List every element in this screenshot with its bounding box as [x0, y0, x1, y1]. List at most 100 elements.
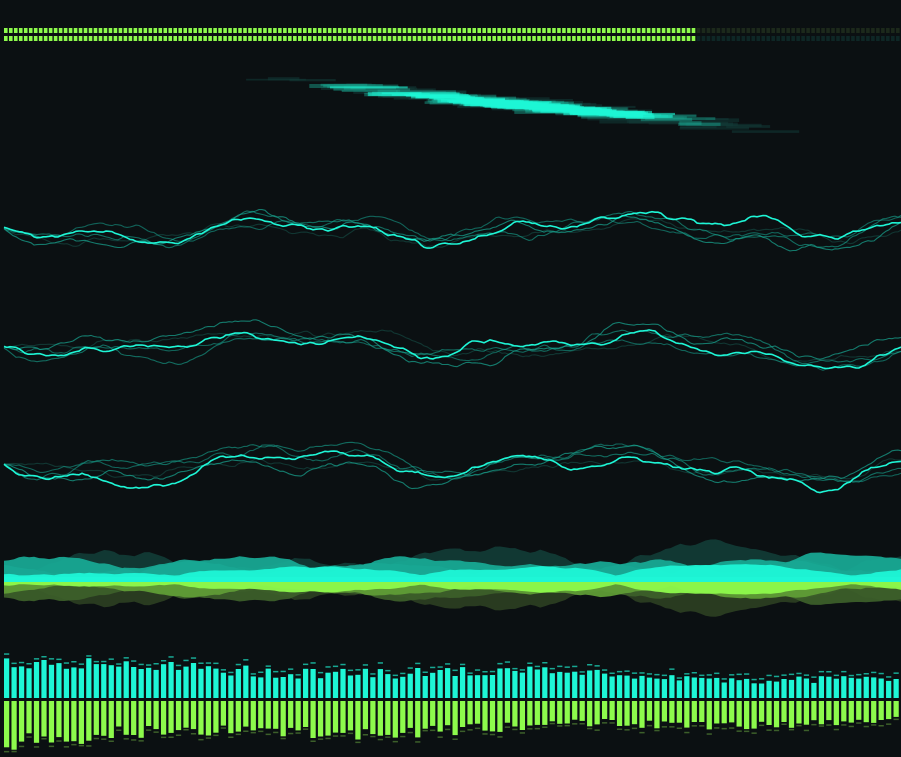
progress-segment-top [616, 28, 621, 33]
progress-segment-top [8, 28, 13, 33]
bar-peak-up [833, 674, 839, 677]
bar-up [781, 679, 787, 698]
progress-segment-top [721, 28, 726, 33]
progress-segment-bottom [317, 36, 322, 41]
progress-segment-top [332, 28, 337, 33]
progress-segment-bottom [696, 36, 701, 41]
progress-segment-top [497, 28, 501, 33]
bar-up [332, 671, 339, 698]
progress-segment-bottom [467, 36, 472, 41]
bar-up [26, 668, 32, 698]
bar-peak-up [489, 670, 496, 673]
progress-segment-top [133, 28, 138, 33]
bar-peak-down [676, 727, 682, 729]
progress-segment-top [462, 28, 467, 33]
bar-peak-down [841, 724, 847, 726]
bar-down [56, 701, 62, 738]
progress-segment-bottom [756, 36, 761, 41]
progress-segment-top [303, 28, 307, 33]
progress-segment-top [886, 28, 890, 33]
progress-segment-top [63, 28, 68, 33]
bar-peak-down [886, 723, 892, 725]
progress-segment-top [661, 28, 666, 33]
bar-up [86, 658, 92, 698]
progress-segment-top [771, 28, 776, 33]
progress-segment-top [337, 28, 342, 33]
progress-segment-top [278, 28, 282, 33]
bar-peak-down [781, 723, 787, 725]
bar-peak-down [826, 724, 832, 726]
progress-segment-bottom [83, 36, 88, 41]
progress-segment-top [741, 28, 746, 33]
bar-peak-down [654, 729, 660, 732]
bar-peak-up [811, 676, 817, 678]
bar-down [138, 701, 144, 738]
bar-peak-up [430, 666, 436, 669]
bar-peak-up [699, 674, 705, 677]
bar-peak-down [116, 729, 122, 731]
progress-segment-top [208, 28, 212, 33]
bar-down [11, 701, 17, 750]
progress-segment-top [691, 28, 696, 33]
bar-up [310, 669, 316, 698]
progress-segment-bottom [63, 36, 68, 41]
bar-up [699, 677, 705, 698]
bar-peak-up [871, 671, 877, 674]
bar-peak-down [56, 740, 62, 742]
bar-peak-down [497, 736, 503, 738]
progress-segment-top [178, 28, 183, 33]
progress-segment-bottom [228, 36, 232, 41]
bar-down [86, 701, 92, 741]
progress-segment-bottom [602, 36, 606, 41]
bar-peak-down [63, 746, 70, 748]
bar-peak-down [452, 738, 458, 740]
bar-up [228, 675, 234, 698]
bar-peak-down [474, 727, 481, 730]
progress-segment-top [387, 28, 392, 33]
progress-segment-bottom [288, 36, 292, 41]
progress-segment-top [821, 28, 825, 33]
bar-up [56, 663, 62, 698]
bar-peak-down [803, 729, 810, 732]
progress-segment-top [681, 28, 686, 33]
progress-segment-bottom [188, 36, 192, 41]
progress-segment-top [138, 28, 143, 33]
bar-peak-down [168, 736, 174, 738]
bar-down [168, 701, 174, 733]
bar-down [751, 701, 757, 729]
bar-up [826, 676, 832, 698]
waveform-trace [3, 444, 901, 490]
scatter-point [514, 104, 581, 107]
bar-peak-down [71, 743, 77, 746]
progress-segment-top [467, 28, 472, 33]
progress-segment-bottom [352, 36, 357, 41]
progress-segment-bottom [33, 36, 38, 41]
bar-peak-up [48, 658, 55, 660]
bar-peak-up [123, 657, 129, 659]
progress-segment-top [706, 28, 711, 33]
bar-peak-down [123, 738, 129, 740]
bar-down [116, 701, 122, 727]
progress-segment-bottom [626, 36, 631, 41]
bar-peak-up [594, 665, 600, 667]
bar-up [153, 669, 159, 698]
progress-segment-top [407, 28, 412, 33]
bar-peak-down [579, 723, 585, 725]
bar-peak-up [347, 669, 354, 672]
bar-up [482, 675, 488, 698]
bar-up [878, 678, 884, 698]
bar-peak-down [422, 729, 428, 732]
progress-segment-top [876, 28, 880, 33]
bar-peak-down [198, 738, 204, 741]
progress-segment-top [611, 28, 616, 33]
progress-segment-bottom [43, 36, 48, 41]
bar-peak-up [168, 656, 174, 658]
bar-down [616, 701, 623, 726]
bar-up [594, 669, 600, 698]
bar-peak-up [714, 672, 720, 675]
bar-peak-down [631, 727, 638, 730]
bar-up [646, 677, 653, 698]
progress-segment-bottom [447, 36, 452, 41]
progress-segment-top [228, 28, 232, 33]
progress-bar[interactable] [0, 22, 901, 46]
